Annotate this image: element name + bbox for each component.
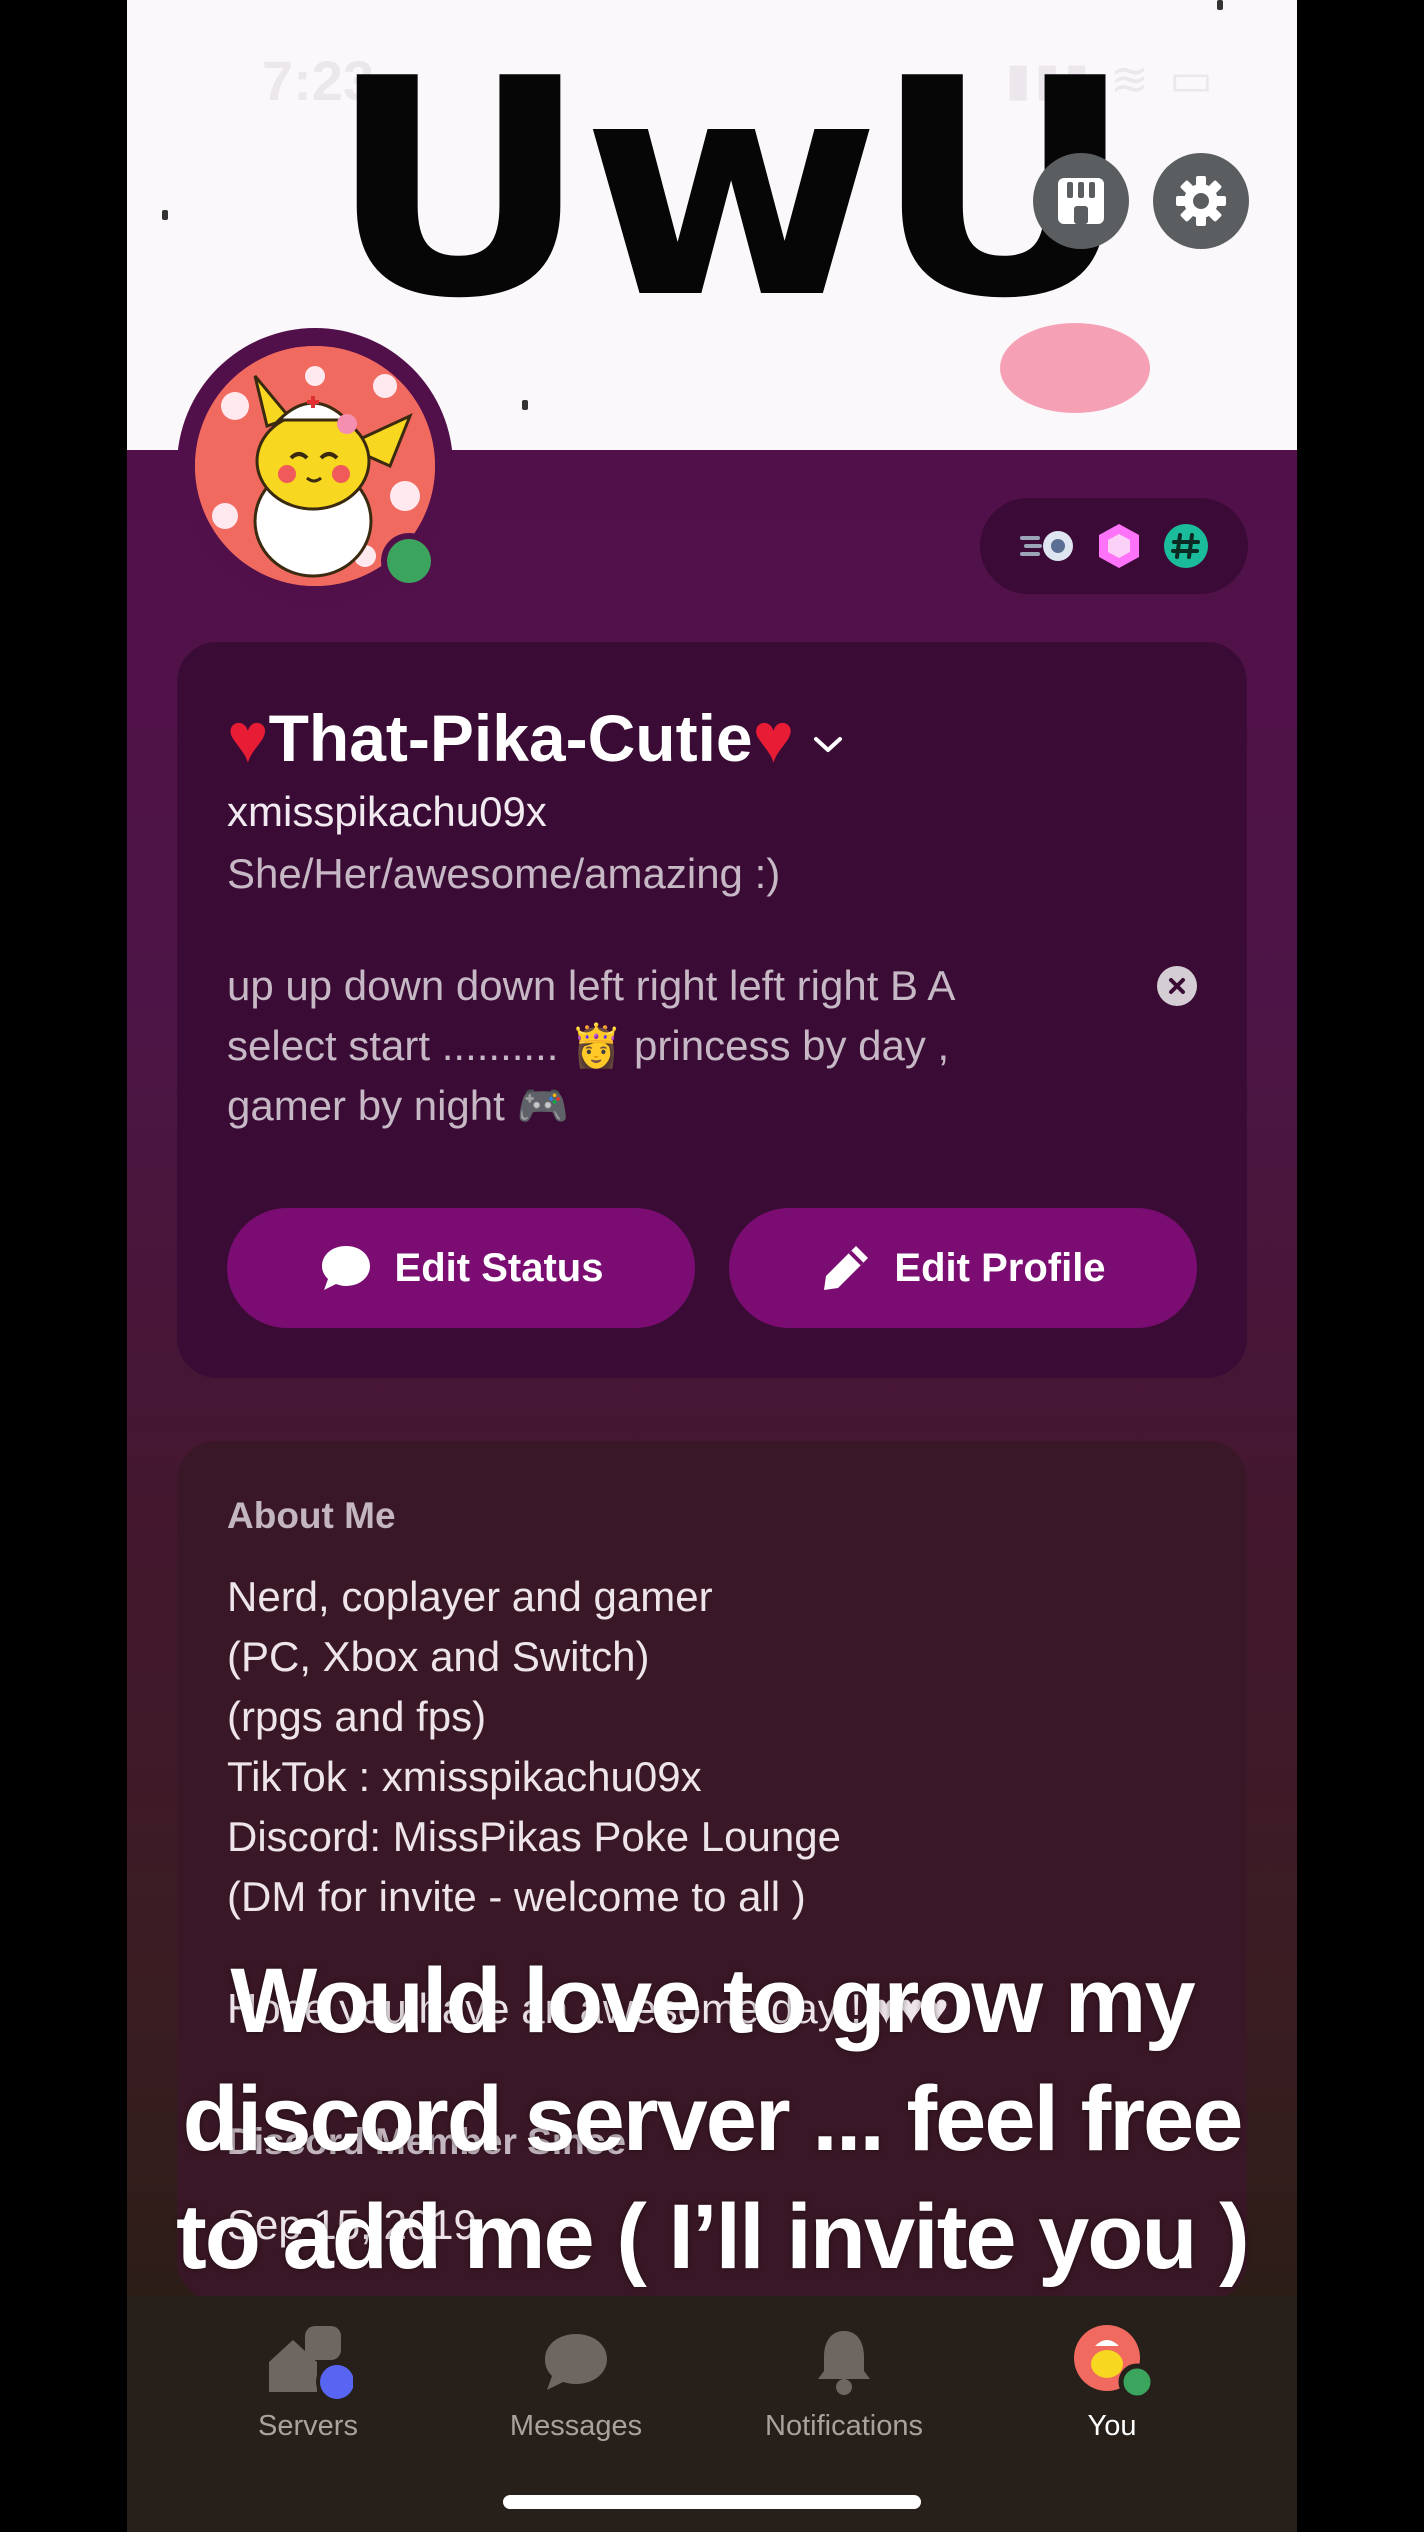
heart-decoration: ♥ [227,699,269,777]
nav-you-label: You [1087,2410,1137,2442]
messages-icon [545,2334,607,2390]
nav-notifications[interactable]: Notifications [724,2320,964,2443]
banner-speck [162,210,168,220]
about-me-title: About Me [227,1495,396,1536]
banner-speck [522,400,528,410]
heart-decoration: ♥ [752,699,795,777]
profile-card: ♥ That-Pika-Cutie ♥ xmisspikachu09x She/… [177,642,1247,1378]
shop-button[interactable] [1033,153,1129,249]
chevron-down-icon[interactable] [812,735,844,755]
edit-status-label: Edit Status [394,1245,604,1290]
video-caption-overlay: Would love to grow my discord server ...… [176,1950,1250,2288]
speed-badge-icon[interactable] [1019,526,1076,566]
nav-messages-label: Messages [509,2410,643,2442]
pencil-icon [824,1246,869,1290]
user-avatar-icon [1074,2325,1156,2401]
settings-button[interactable] [1153,153,1249,249]
shop-icon [1058,178,1104,224]
bell-icon [818,2331,870,2395]
online-dot [1118,2363,1156,2401]
display-name-text: That-Pika-Cutie [268,701,753,775]
pronouns: She/Her/awesome/amazing :) [227,850,781,897]
nav-messages[interactable]: Messages [456,2320,696,2443]
nav-servers-label: Servers [258,2410,358,2442]
display-name[interactable]: ♥ That-Pika-Cutie ♥ [227,698,844,778]
about-me-text: Nerd, coplayer and gamer (PC, Xbox and S… [227,1573,841,1920]
username: xmisspikachu09x [227,788,547,835]
nav-notifications-label: Notifications [765,2410,923,2442]
edit-profile-button[interactable]: Edit Profile [729,1208,1197,1328]
nitro-gem-icon[interactable] [1097,522,1141,570]
nav-you[interactable]: You [992,2320,1232,2443]
gear-icon [1176,176,1226,226]
edit-profile-label: Edit Profile [894,1245,1106,1290]
custom-status: up up down down left right left right B … [227,962,956,1129]
edit-status-button[interactable]: Edit Status [227,1208,695,1328]
online-status-indicator [381,533,437,589]
speech-bubble-icon [321,1246,370,1290]
banner-speck [1217,0,1223,10]
profile-screen: 7:23 ▮▮▮ ≋ ▭ UwU ♥ That-Pika-Cutie ♥ xmi… [127,0,1297,2532]
home-indicator [503,2495,921,2509]
badge-list[interactable] [980,498,1248,594]
hashtag-badge-icon[interactable] [1163,523,1209,569]
nav-servers[interactable]: Servers [188,2320,428,2443]
servers-icon [269,2326,353,2402]
clear-status-icon[interactable] [1157,966,1197,1006]
unread-dot [316,2361,353,2402]
banner-text: UwU [327,15,1135,364]
banner-blush [1000,323,1150,413]
